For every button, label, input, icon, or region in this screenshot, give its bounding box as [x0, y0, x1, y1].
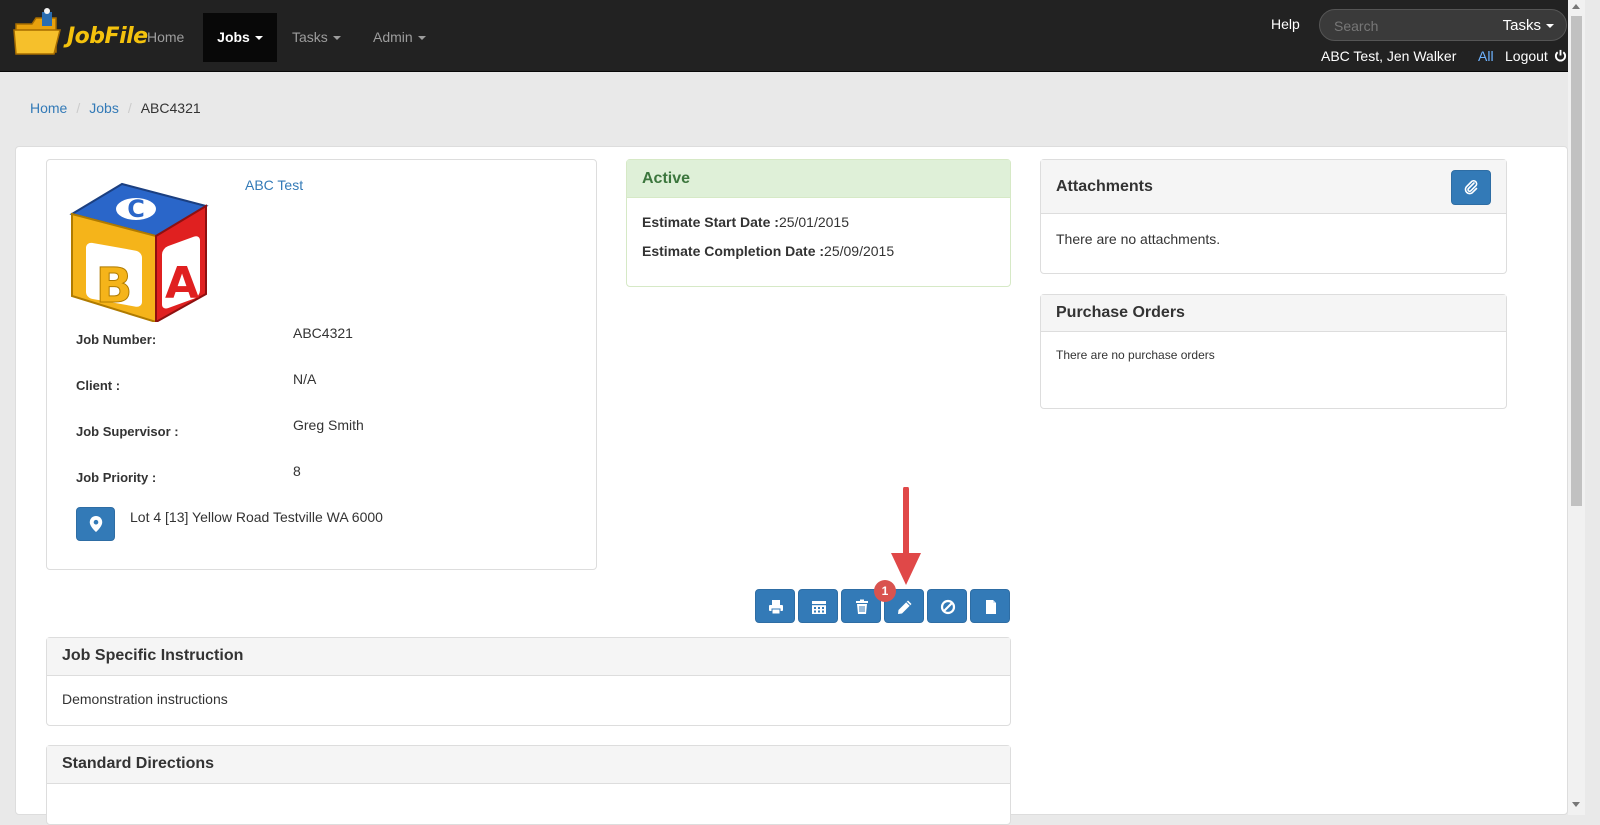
power-icon: [1554, 49, 1566, 62]
standard-directions-panel: Standard Directions: [46, 745, 1011, 825]
breadcrumb-current: ABC4321: [140, 100, 201, 116]
attachments-empty-text: There are no attachments.: [1056, 231, 1221, 247]
job-supervisor-label: Job Supervisor :: [76, 424, 179, 439]
pencil-icon: [898, 600, 912, 614]
scroll-up-arrow-icon[interactable]: [1572, 4, 1580, 9]
search-input[interactable]: [1332, 15, 1482, 37]
search-bar: Tasks: [1319, 9, 1567, 41]
chevron-down-icon: [417, 36, 426, 41]
job-detail-container: C B A ABC Test Job Number: ABC4321 Clien…: [15, 146, 1568, 825]
nav-admin-label: Admin: [373, 29, 413, 45]
purchase-orders-title: Purchase Orders: [1041, 295, 1506, 332]
estimate-completion-label: Estimate Completion Date :: [642, 243, 825, 259]
scroll-down-arrow-icon[interactable]: [1572, 802, 1580, 807]
breadcrumb-home[interactable]: Home: [30, 100, 67, 116]
help-link[interactable]: Help: [1271, 16, 1300, 32]
breadcrumb: Home / Jobs / ABC4321: [30, 100, 201, 116]
chevron-down-icon: [1546, 24, 1554, 29]
client-label: Client :: [76, 378, 121, 393]
breadcrumb-separator: /: [76, 100, 81, 116]
job-info-panel: C B A ABC Test Job Number: ABC4321 Clien…: [46, 159, 597, 570]
svg-text:A: A: [165, 258, 199, 309]
job-number-value: ABC4321: [293, 325, 353, 341]
client-link[interactable]: ABC Test: [245, 177, 303, 193]
svg-text:C: C: [127, 195, 145, 223]
nav-admin[interactable]: Admin: [373, 13, 437, 62]
job-priority-value: 8: [293, 463, 301, 479]
trash-icon: [856, 599, 868, 614]
purchase-orders-panel: Purchase Orders There are no purchase or…: [1040, 294, 1507, 409]
paperclip-icon: [1464, 180, 1478, 195]
estimate-completion-value: 25/09/2015: [824, 243, 895, 259]
status-panel: Active Estimate Start Date :25/01/2015 E…: [626, 159, 1011, 287]
page-scrollbar[interactable]: [1568, 0, 1585, 815]
all-link[interactable]: All: [1478, 48, 1494, 64]
breadcrumb-jobs[interactable]: Jobs: [89, 100, 119, 116]
client-value: N/A: [293, 371, 317, 387]
schedule-button[interactable]: [798, 589, 838, 623]
estimate-start-label: Estimate Start Date :: [642, 214, 779, 230]
jobfile-logo[interactable]: JobFile: [12, 6, 148, 64]
breadcrumb-separator: /: [127, 100, 132, 116]
nav-home[interactable]: Home: [147, 13, 187, 62]
attachments-title: Attachments: [1041, 160, 1506, 214]
scroll-thumb[interactable]: [1571, 16, 1582, 506]
purchase-orders-empty-text: There are no purchase orders: [1056, 348, 1215, 362]
logo-text: JobFile: [67, 24, 148, 49]
nav-jobs-label: Jobs: [217, 29, 250, 45]
job-priority-label: Job Priority :: [76, 470, 157, 485]
job-supervisor-value: Greg Smith: [293, 417, 364, 433]
chevron-down-icon: [332, 36, 341, 41]
ban-icon: [940, 599, 956, 615]
top-navbar: JobFile Home Jobs Tasks Admin Help Tasks…: [0, 0, 1568, 72]
folder-logo-icon: [13, 8, 61, 55]
estimate-completion-date: Estimate Completion Date :25/09/2015: [642, 243, 894, 259]
estimate-start-value: 25/01/2015: [778, 214, 850, 230]
job-number-label: Job Number:: [76, 332, 157, 347]
search-scope-dropdown[interactable]: Tasks: [1503, 17, 1554, 34]
nav-tasks[interactable]: Tasks: [292, 13, 352, 62]
logout-label: Logout: [1505, 48, 1548, 64]
print-button[interactable]: [755, 589, 795, 623]
add-attachment-button[interactable]: [1451, 170, 1491, 205]
job-address: Lot 4 [13] Yellow Road Testville WA 6000: [130, 509, 383, 525]
logout-link[interactable]: Logout: [1505, 48, 1567, 64]
calendar-icon: [812, 601, 826, 614]
print-icon: [769, 600, 783, 615]
attachments-panel: Attachments There are no attachments.: [1040, 159, 1507, 274]
search-scope-label: Tasks: [1502, 17, 1541, 34]
chevron-down-icon: [254, 36, 263, 41]
abc-block-logo-icon: C B A: [69, 182, 209, 322]
job-specific-instruction-body: Demonstration instructions: [62, 691, 228, 707]
svg-text:B: B: [96, 258, 133, 314]
nav-home-label: Home: [147, 29, 185, 45]
red-arrow-pointer-icon: [891, 487, 921, 585]
nav-tasks-label: Tasks: [292, 29, 328, 45]
nav-jobs[interactable]: Jobs: [203, 13, 277, 62]
standard-directions-title: Standard Directions: [47, 746, 1010, 784]
job-specific-instruction-panel: Job Specific Instruction Demonstration i…: [46, 637, 1011, 726]
map-marker-icon: [89, 516, 103, 532]
map-location-button[interactable]: [76, 507, 115, 541]
file-icon: [986, 600, 996, 614]
job-specific-instruction-title: Job Specific Instruction: [47, 638, 1010, 676]
document-button[interactable]: [970, 589, 1010, 623]
cancel-job-button[interactable]: [927, 589, 967, 623]
estimate-start-date: Estimate Start Date :25/01/2015: [642, 214, 849, 230]
status-title: Active: [627, 160, 1010, 198]
current-user: ABC Test, Jen Walker: [1321, 48, 1457, 64]
